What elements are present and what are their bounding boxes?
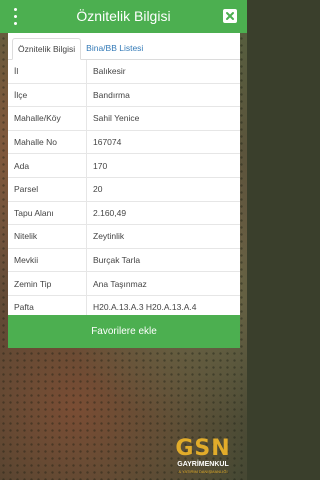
table-row: Mahalle/Köy Sahil Yenice [8, 106, 240, 131]
app-header: Öznitelik Bilgisi [0, 0, 247, 33]
table-row: Nitelik Zeytinlik [8, 224, 240, 249]
tab-attribute-info[interactable]: Öznitelik Bilgisi [12, 38, 82, 60]
attribute-panel: Öznitelik Bilgisi Bina/BB Listesi İl Balı… [8, 33, 240, 348]
table-row: Parsel 20 [8, 176, 240, 202]
attribute-value: Ana Taşınmaz [86, 271, 240, 296]
close-box-icon[interactable] [222, 8, 238, 24]
attribute-value: Zeytinlik [86, 224, 240, 249]
tab-bar: Öznitelik Bilgisi Bina/BB Listesi [8, 33, 240, 60]
attribute-key: Nitelik [8, 224, 87, 249]
table-row: Tapu Alanı 2.160,49 [8, 200, 240, 225]
attribute-value: 167074 [86, 129, 240, 154]
attribute-key: Zemin Tip [8, 271, 87, 296]
attribute-value: Sahil Yenice [86, 106, 240, 131]
attribute-value: Burçak Tarla [86, 247, 240, 272]
attribute-table: İl Balıkesir İlçe Bandırma Mahalle/Köy Sahil … [8, 60, 240, 319]
attribute-key: Mevkii [8, 247, 87, 272]
logo-line1: GAYRİMENKUL [177, 461, 229, 468]
company-logo: GSN GAYRİMENKUL & YATIRIM DANIŞMANLIĞI [170, 438, 236, 478]
attribute-value: 2.160,49 [86, 200, 240, 225]
attribute-key: Ada [8, 153, 87, 178]
attribute-key: İlçe [8, 82, 87, 107]
logo-mark: GSN [175, 436, 231, 461]
attribute-key: Mahalle No [8, 129, 87, 154]
table-row: İl Balıkesir [8, 60, 240, 84]
add-favorite-button[interactable]: Favorilere ekle [8, 315, 240, 348]
attribute-value: 170 [86, 153, 240, 178]
attribute-value: Balıkesir [93, 66, 126, 77]
attribute-key: İl [8, 60, 87, 84]
table-row: Zemin Tip Ana Taşınmaz [8, 271, 240, 296]
page-title: Öznitelik Bilgisi [76, 8, 171, 24]
attribute-key: Parsel [8, 176, 87, 202]
attribute-value: 20 [86, 176, 240, 202]
logo-line2: & YATIRIM DANIŞMANLIĞI [178, 469, 228, 474]
tab-building-list[interactable]: Bina/BB Listesi [81, 38, 148, 60]
table-row: İlçe Bandırma [8, 82, 240, 107]
table-row: Ada 170 [8, 153, 240, 178]
attribute-key: Tapu Alanı [8, 200, 87, 225]
table-row: Mahalle No 167074 [8, 129, 240, 154]
attribute-key: Mahalle/Köy [8, 106, 87, 131]
table-row: Mevkii Burçak Tarla [8, 247, 240, 272]
attribute-value: Bandırma [86, 82, 240, 107]
